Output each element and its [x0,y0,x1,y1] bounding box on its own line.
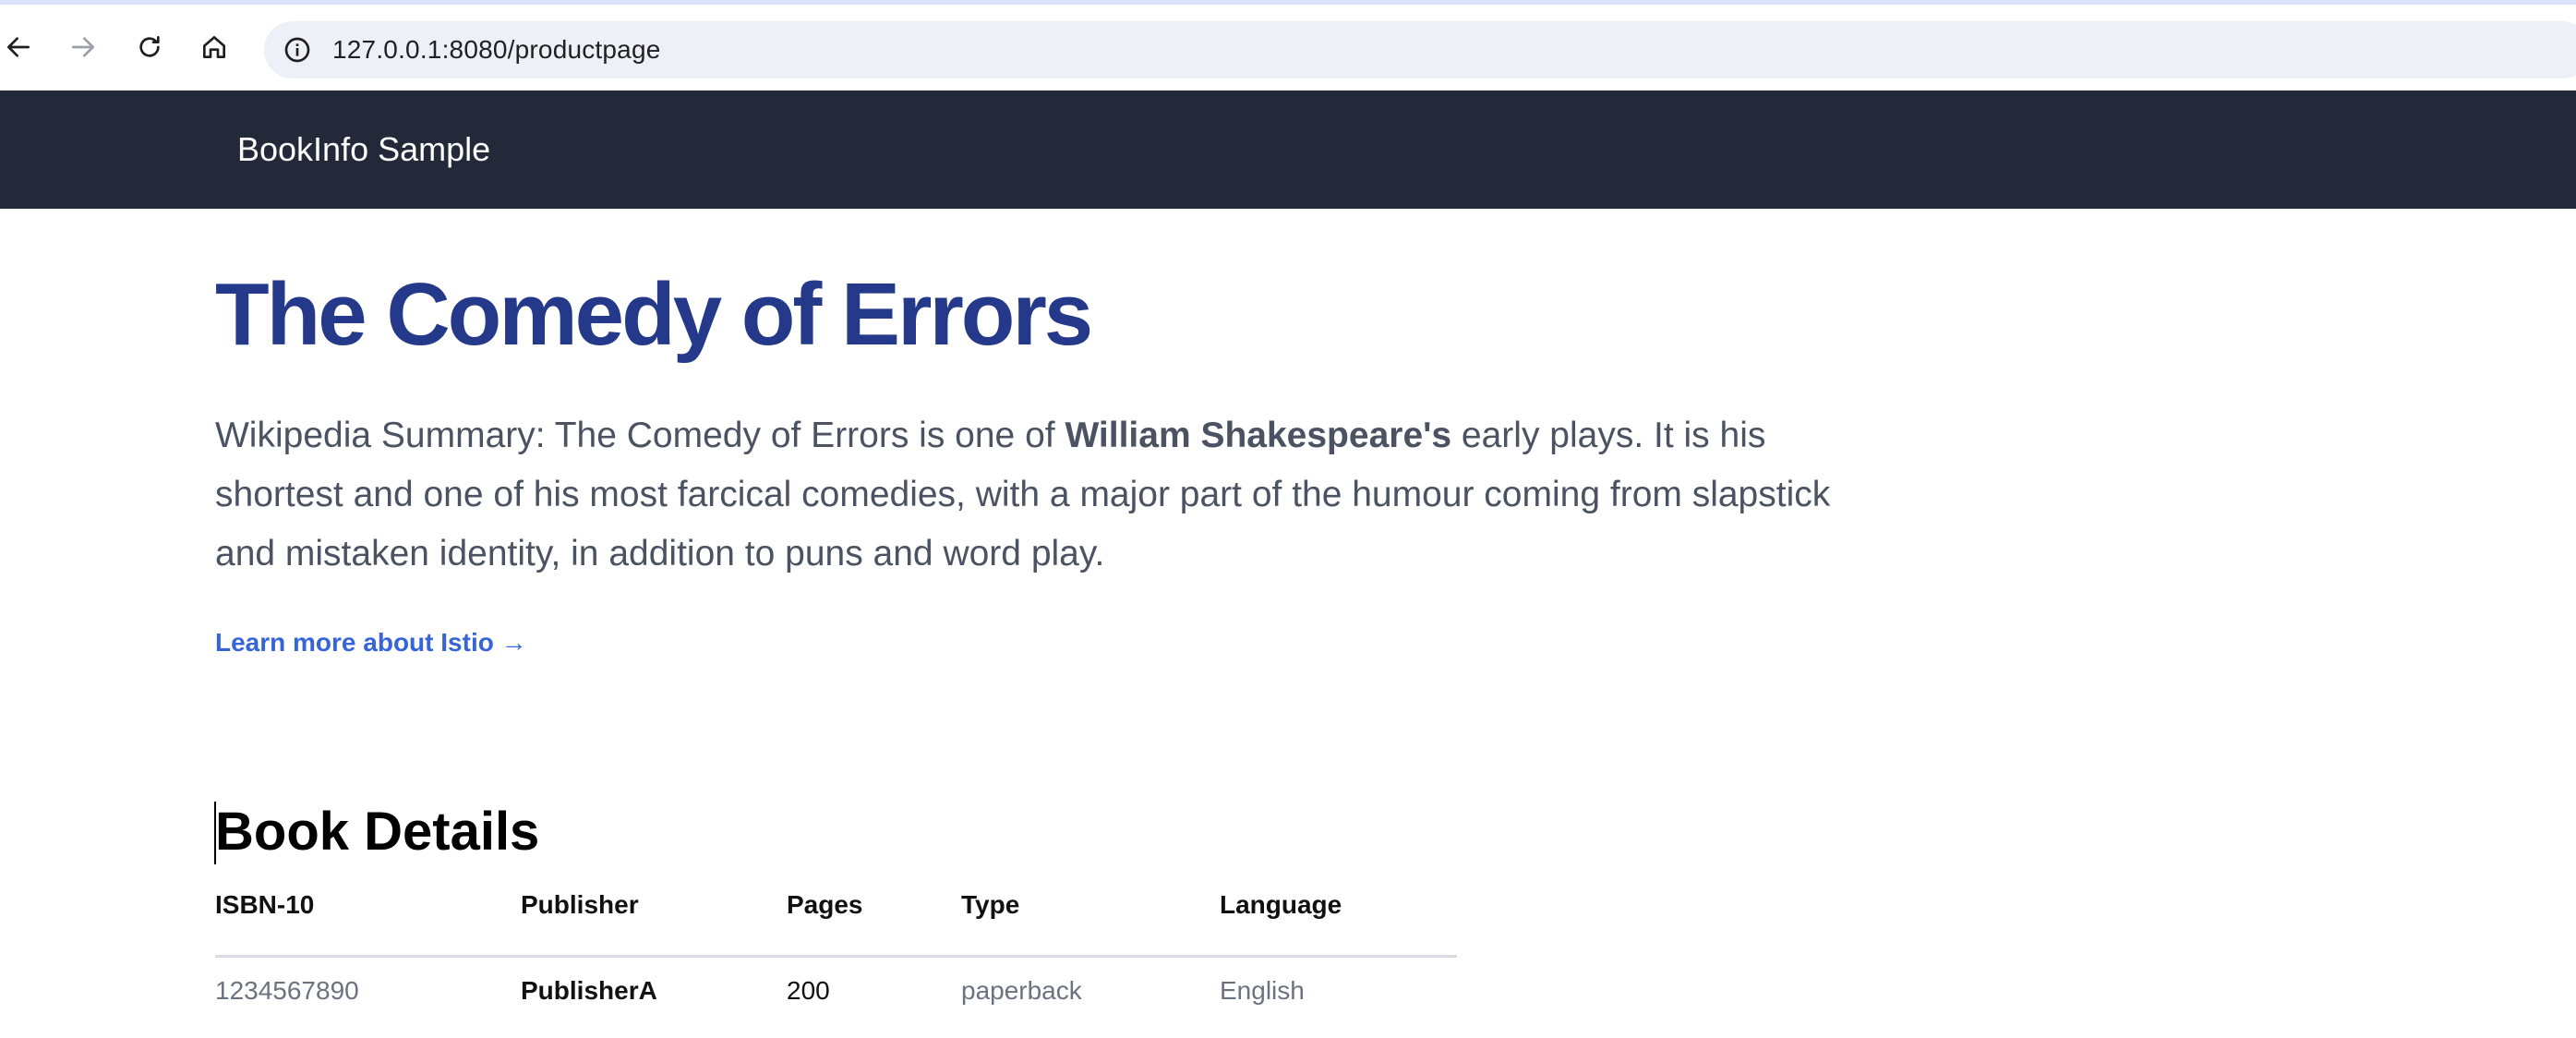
column-header-publisher: Publisher [521,890,787,958]
home-button[interactable] [196,29,233,66]
brand-link[interactable]: BookInfo Sample [237,129,490,170]
summary-author: William Shakespeare's [1065,416,1452,455]
home-icon [203,36,225,58]
reload-button[interactable] [131,29,168,66]
column-header-type: Type [961,890,1220,958]
page-title: The Comedy of Errors [215,265,1093,364]
cell-language: English [1220,976,1305,1005]
forward-button[interactable] [65,29,102,66]
table-header-row: ISBN-10 Publisher Pages Type Language [215,890,1457,958]
book-details-heading: Book Details [215,802,540,862]
browser-toolbar: 127.0.0.1:8080/productpage [0,0,2576,91]
column-header-language: Language [1220,890,1457,958]
cell-isbn: 1234567890 [215,976,359,1005]
site-info-icon[interactable] [283,35,312,65]
book-details-table: ISBN-10 Publisher Pages Type Language 12… [215,890,1457,1024]
address-bar[interactable]: 127.0.0.1:8080/productpage [264,21,2576,78]
url-text[interactable]: 127.0.0.1:8080/productpage [332,35,661,65]
back-button[interactable] [0,29,37,66]
column-header-isbn: ISBN-10 [215,890,521,958]
cell-publisher: PublisherA [521,976,657,1005]
arrow-left-icon [6,37,30,57]
cell-type: paperback [961,976,1082,1005]
learn-more-link[interactable]: Learn more about Istio → [215,626,527,659]
summary-text-prefix: Wikipedia Summary: The Comedy of Errors … [215,416,1065,455]
column-header-pages: Pages [787,890,961,958]
cell-pages: 200 [787,976,830,1005]
app-navbar: BookInfo Sample [0,91,2576,209]
reload-icon [139,36,160,57]
product-summary: Wikipedia Summary: The Comedy of Errors … [215,406,1877,584]
arrow-right-icon [72,37,94,57]
table-row: 1234567890 PublisherA 200 paperback Engl… [215,957,1457,1025]
